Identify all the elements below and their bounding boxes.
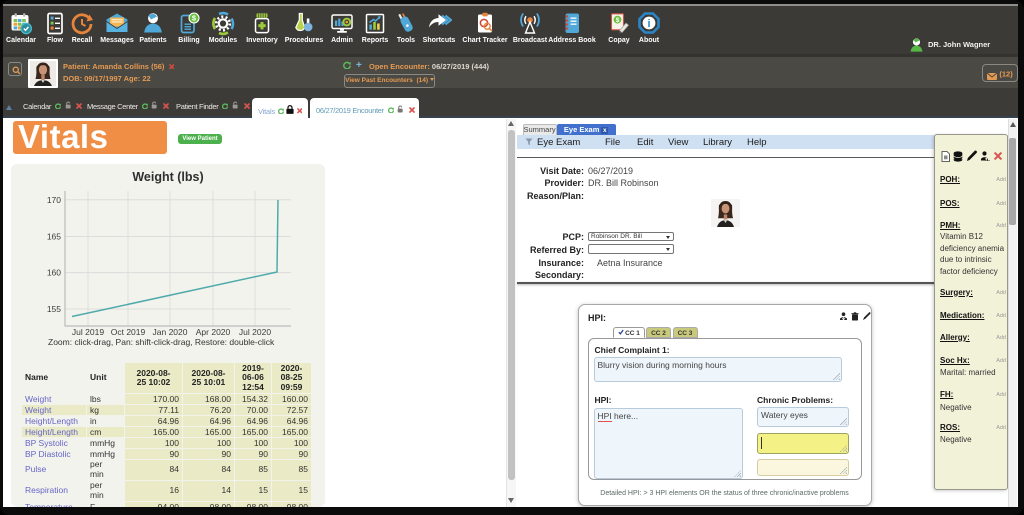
- svg-text:155: 155: [47, 304, 61, 314]
- svg-text:Apr 2020: Apr 2020: [196, 327, 231, 337]
- svg-text:170: 170: [47, 195, 61, 205]
- svg-text:Jul 2020: Jul 2020: [239, 327, 271, 337]
- svg-text:i: i: [647, 18, 650, 30]
- svg-text:Oct 2019: Oct 2019: [111, 327, 146, 337]
- svg-text:Jan 2020: Jan 2020: [153, 327, 188, 337]
- svg-text:165: 165: [47, 232, 61, 242]
- svg-text:160: 160: [47, 268, 61, 278]
- svg-text:Jul 2019: Jul 2019: [72, 327, 104, 337]
